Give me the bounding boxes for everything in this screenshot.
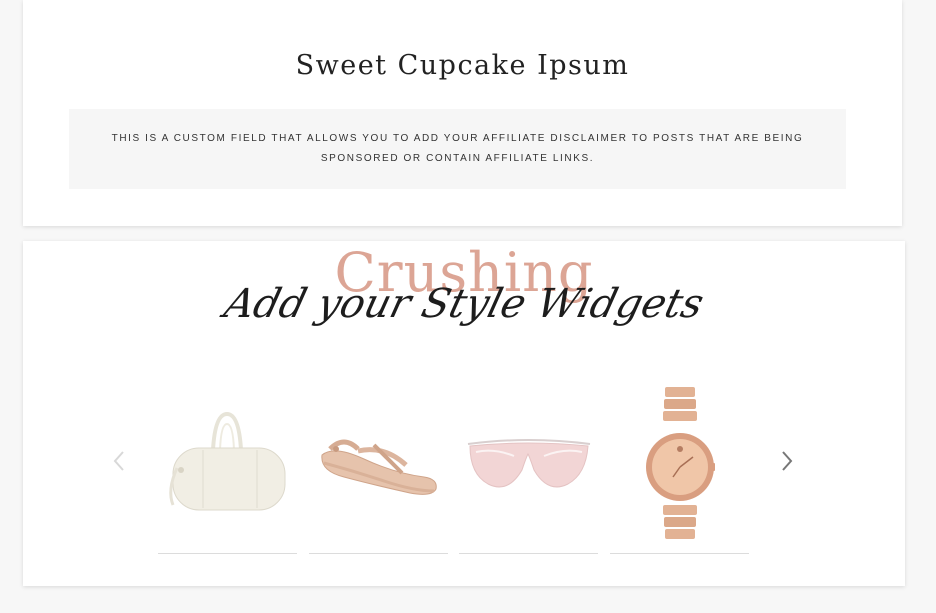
- post-title: Sweet Cupcake Ipsum: [295, 50, 630, 81]
- product-item-duffel-bag[interactable]: [158, 376, 297, 554]
- carousel-next-button[interactable]: [775, 441, 799, 481]
- post-card: Sweet Cupcake Ipsum This is a custom fie…: [23, 0, 902, 226]
- style-widget-card: Crushing Add your Style Widgets: [23, 241, 905, 586]
- sunglasses-image: [467, 438, 590, 487]
- chevron-right-icon: [782, 451, 793, 471]
- affiliate-disclaimer-box: This is a custom field that allows you t…: [69, 109, 846, 189]
- chevron-left-icon: [113, 451, 124, 471]
- watch-image: [645, 386, 715, 539]
- sandal-image: [320, 439, 437, 495]
- widget-heading-script-text: Add your Style Widgets: [219, 281, 709, 327]
- product-item-sandal[interactable]: [309, 376, 448, 554]
- duffel-bag-image: [168, 411, 285, 510]
- affiliate-disclaimer-text: This is a custom field that allows you t…: [111, 133, 804, 164]
- product-item-sunglasses[interactable]: [459, 376, 598, 554]
- carousel-prev-button[interactable]: [107, 441, 131, 481]
- product-item-watch[interactable]: [610, 376, 749, 554]
- widget-heading: Crushing Add your Style Widgets: [23, 241, 905, 351]
